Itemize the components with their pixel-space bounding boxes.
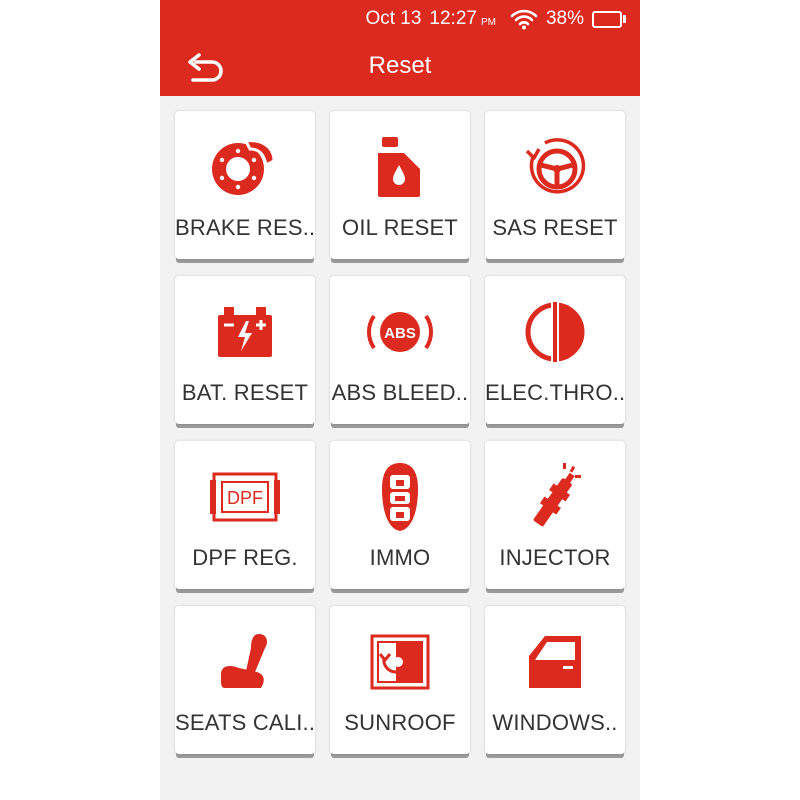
car-door-icon: [525, 634, 585, 690]
tile-sas-reset[interactable]: SAS RESET: [485, 111, 625, 259]
page-title: Reset: [368, 52, 432, 79]
tile-oil-reset[interactable]: OIL RESET: [330, 111, 470, 259]
battery-percent: 38%: [545, 8, 584, 29]
abs-icon-text: ABS: [384, 325, 416, 342]
steering-wheel-icon: [523, 135, 587, 199]
tile-label: DPF REG.: [192, 545, 298, 570]
tile-label: WINDOWS..: [492, 710, 618, 735]
tile-label: IMMO: [369, 545, 431, 570]
tile-abs-bleed[interactable]: ABS ABS BLEED..: [330, 276, 470, 424]
tile-bat-reset[interactable]: BAT. RESET: [175, 276, 315, 424]
tile-label: ELEC.THRO..: [485, 380, 626, 405]
key-fob-icon: [380, 461, 420, 533]
status-time: 12:27: [429, 8, 477, 29]
dpf-icon-text: DPF: [227, 488, 263, 508]
tile-elec-throttle[interactable]: ELEC.THRO..: [485, 276, 625, 424]
tile-label: SEATS CALI..: [175, 710, 316, 735]
sunroof-icon: [368, 634, 432, 690]
tile-label: SAS RESET: [492, 215, 618, 240]
status-ampm: PM: [480, 16, 496, 28]
brake-pad-icon: [210, 135, 280, 199]
tile-label: SUNROOF: [344, 710, 456, 735]
status-bar: Oct 13 12:27 PM 38%: [365, 6, 626, 32]
device-screen: Oct 13 12:27 PM 38% Reset BRAKE RES.. OI…: [160, 0, 640, 800]
tile-immo[interactable]: IMMO: [330, 441, 470, 589]
tile-seats-cali[interactable]: SEATS CALI..: [175, 606, 315, 754]
tile-sunroof[interactable]: SUNROOF: [330, 606, 470, 754]
tile-label: BAT. RESET: [181, 380, 309, 405]
tile-label: ABS BLEED..: [331, 380, 469, 405]
app-header: Oct 13 12:27 PM 38% Reset: [160, 0, 640, 96]
tile-windows[interactable]: WINDOWS..: [485, 606, 625, 754]
wifi-icon: [510, 8, 538, 30]
oil-can-icon: [374, 135, 426, 199]
battery-icon: [592, 10, 626, 28]
tile-brake-reset[interactable]: BRAKE RES..: [175, 111, 315, 259]
tile-label: INJECTOR: [499, 545, 611, 570]
battery-icon: [216, 305, 274, 359]
seat-icon: [215, 632, 275, 692]
dpf-icon: DPF: [210, 472, 280, 522]
tile-label: BRAKE RES..: [175, 215, 316, 240]
status-date: Oct 13: [365, 8, 422, 29]
throttle-icon: [523, 300, 587, 364]
tile-label: OIL RESET: [342, 215, 458, 240]
abs-icon: ABS: [364, 302, 436, 362]
injector-icon: [525, 461, 585, 533]
reset-function-grid: BRAKE RES.. OIL RESET SAS RESET BAT. RES…: [175, 111, 625, 754]
tile-injector[interactable]: INJECTOR: [485, 441, 625, 589]
tile-dpf-reg[interactable]: DPF DPF REG.: [175, 441, 315, 589]
